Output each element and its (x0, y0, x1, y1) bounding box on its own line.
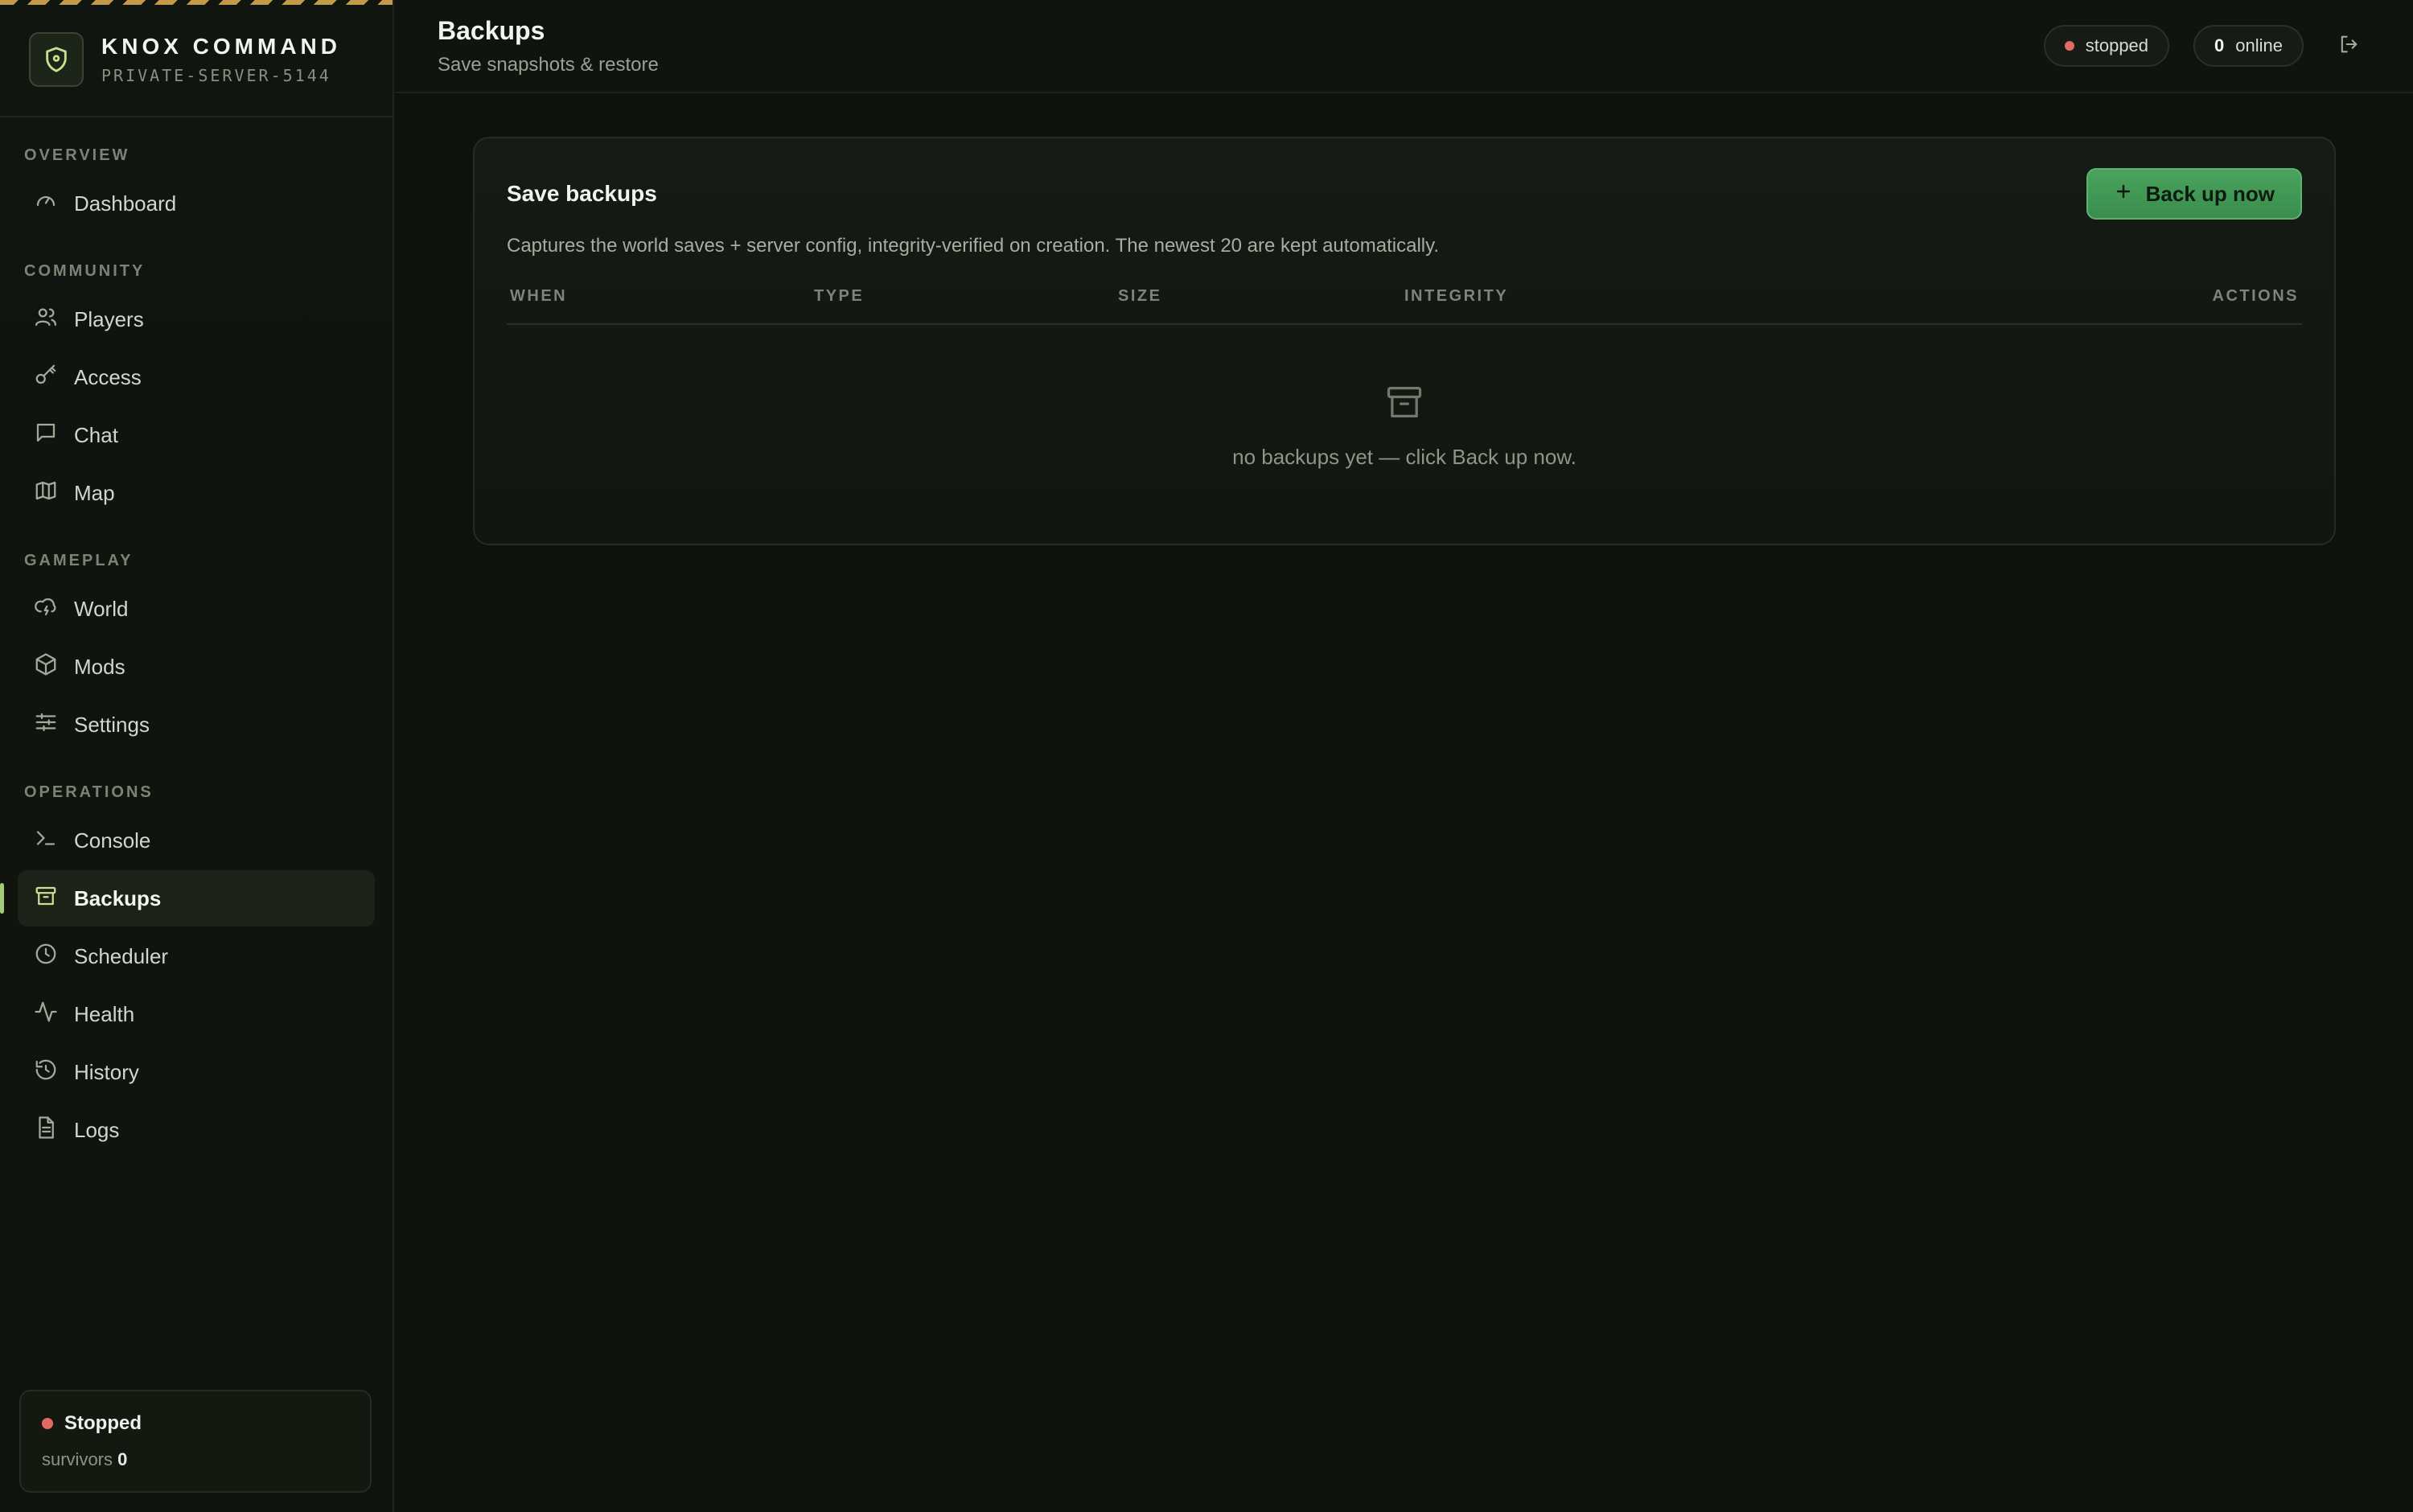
nav-section-gameplay: GAMEPLAY (24, 552, 134, 569)
server-status-label: Stopped (64, 1412, 142, 1434)
logout-button[interactable] (2328, 25, 2370, 67)
survivors-count: survivors 0 (42, 1449, 349, 1470)
page-subtitle: Save snapshots & restore (438, 53, 659, 76)
plus-icon (2114, 182, 2133, 207)
backups-card: Save backups Back up now Captures the wo… (473, 137, 2336, 545)
backups-table-header: WHEN TYPE SIZE INTEGRITY ACTIONS (507, 280, 2302, 325)
status-dot (2064, 41, 2074, 51)
sidebar-item-console[interactable]: Console (18, 812, 375, 869)
card-title: Save backups (507, 181, 657, 206)
file-text-icon (34, 1116, 58, 1145)
sidebar-item-label: History (74, 1059, 139, 1084)
cloud-lightning-icon (34, 594, 58, 624)
sliders-icon (34, 710, 58, 740)
status-dot (42, 1418, 53, 1429)
activity-icon (34, 1000, 58, 1029)
empty-state: no backups yet — click Back up now. (507, 381, 2302, 470)
sidebar: KNOX COMMAND PRIVATE-SERVER-5144 OVERVIE… (0, 0, 394, 1512)
topbar: Backups Save snapshots & restore stopped… (394, 0, 2413, 93)
sidebar-item-label: World (74, 596, 129, 621)
map-icon (34, 479, 58, 508)
clock-icon (34, 942, 58, 972)
sidebar-item-history[interactable]: History (18, 1044, 375, 1100)
sidebar-item-access[interactable]: Access (18, 349, 375, 405)
column-integrity[interactable]: INTEGRITY (1401, 287, 2210, 306)
page-title: Backups (438, 15, 545, 45)
sidebar-item-label: Backups (74, 885, 162, 910)
shield-icon (29, 32, 84, 87)
gauge-icon (34, 189, 58, 219)
key-icon (34, 363, 58, 392)
online-count-pill: 0 online (2193, 25, 2304, 67)
sidebar-item-label: Logs (74, 1117, 120, 1142)
logout-icon (2337, 33, 2360, 60)
nav-section-overview: OVERVIEW (24, 146, 130, 164)
sidebar-item-map[interactable]: Map (18, 465, 375, 521)
sidebar-item-label: Access (74, 364, 142, 389)
nav-section-community: COMMUNITY (24, 262, 146, 280)
back-up-now-button[interactable]: Back up now (2086, 168, 2302, 220)
sidebar-item-chat[interactable]: Chat (18, 407, 375, 463)
sidebar-item-settings[interactable]: Settings (18, 696, 375, 753)
column-size[interactable]: SIZE (1115, 287, 1401, 306)
box-icon (34, 652, 58, 682)
users-icon (34, 305, 58, 335)
card-header: Save backups Back up now (507, 168, 2302, 220)
survivors-label: survivors (42, 1449, 113, 1469)
archive-icon (34, 884, 58, 914)
brand-title: KNOX COMMAND (101, 34, 341, 59)
online-count: 0 (2214, 35, 2225, 55)
column-actions: ACTIONS (2212, 286, 2299, 305)
sidebar-item-label: Mods (74, 654, 125, 679)
sidebar-item-logs[interactable]: Logs (18, 1102, 375, 1158)
back-up-now-label: Back up now (2145, 181, 2275, 206)
server-status: Stopped (42, 1412, 349, 1435)
archive-icon (1383, 381, 1425, 427)
content: Save backups Back up now Captures the wo… (394, 93, 2413, 545)
sidebar-item-mods[interactable]: Mods (18, 639, 375, 695)
topbar-actions: stopped 0 online (2043, 25, 2370, 67)
history-icon (34, 1058, 58, 1087)
sidebar-nav: OVERVIEW Dashboard COMMUNITY Players Acc (0, 117, 393, 1390)
status-pill-label: stopped (2085, 35, 2149, 55)
sidebar-item-world[interactable]: World (18, 581, 375, 637)
sidebar-item-label: Chat (74, 422, 118, 447)
sidebar-item-label: Players (74, 306, 144, 331)
sidebar-item-label: Console (74, 828, 151, 853)
sidebar-item-label: Dashboard (74, 191, 177, 216)
nav-section-operations: OPERATIONS (24, 783, 154, 801)
terminal-icon (34, 826, 58, 856)
server-status-pill: stopped (2043, 25, 2170, 67)
sidebar-item-players[interactable]: Players (18, 291, 375, 347)
main: Backups Save snapshots & restore stopped… (394, 0, 2413, 1512)
brand[interactable]: KNOX COMMAND PRIVATE-SERVER-5144 (0, 0, 393, 117)
sidebar-item-scheduler[interactable]: Scheduler (18, 928, 375, 984)
sidebar-item-health[interactable]: Health (18, 986, 375, 1042)
sidebar-item-label: Map (74, 480, 115, 505)
column-when[interactable]: WHEN (507, 287, 811, 306)
column-type[interactable]: TYPE (811, 287, 1115, 306)
chat-icon (34, 421, 58, 450)
app-root: KNOX COMMAND PRIVATE-SERVER-5144 OVERVIE… (0, 0, 2413, 1512)
survivors-value: 0 (117, 1449, 128, 1469)
online-label: online (2235, 35, 2283, 55)
empty-state-text: no backups yet — click Back up now. (1232, 445, 1576, 469)
hazard-stripe (0, 0, 393, 5)
sidebar-item-dashboard[interactable]: Dashboard (18, 175, 375, 232)
sidebar-item-label: Scheduler (74, 943, 169, 968)
sidebar-item-label: Settings (74, 712, 150, 737)
brand-subtitle: PRIVATE-SERVER-5144 (101, 66, 331, 85)
sidebar-item-backups[interactable]: Backups (0, 870, 375, 927)
sidebar-item-label: Health (74, 1001, 135, 1026)
server-status-card: Stopped survivors 0 (19, 1390, 372, 1493)
card-description: Captures the world saves + server config… (507, 235, 1440, 257)
